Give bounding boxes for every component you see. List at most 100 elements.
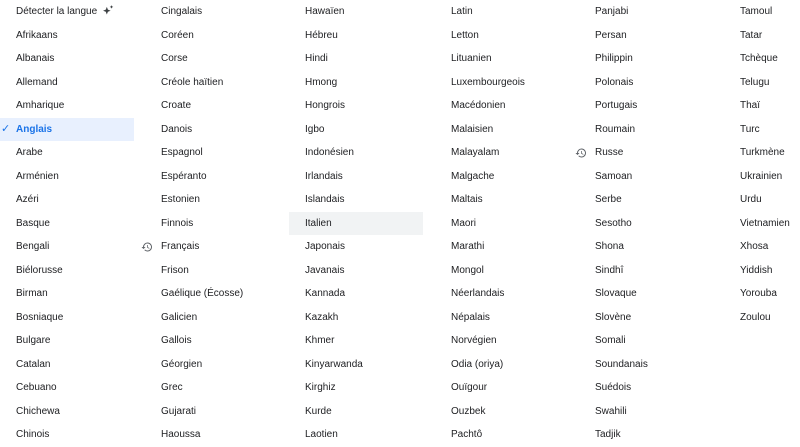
language-item-sindhi[interactable]: Sindhî <box>579 259 713 283</box>
language-item-grec[interactable]: Grec <box>145 376 279 400</box>
language-item-neerlandais[interactable]: Néerlandais <box>435 282 569 306</box>
language-item-shona[interactable]: Shona <box>579 235 713 259</box>
language-item-bosniaque[interactable]: Bosniaque <box>0 306 134 330</box>
language-item-irlandais[interactable]: Irlandais <box>289 165 423 189</box>
language-item-hmong[interactable]: Hmong <box>289 71 423 95</box>
language-item-philippin[interactable]: Philippin <box>579 47 713 71</box>
language-item-kannada[interactable]: Kannada <box>289 282 423 306</box>
language-item-japonais[interactable]: Japonais <box>289 235 423 259</box>
language-item-cingalais[interactable]: Cingalais <box>145 0 279 24</box>
language-item-tatar[interactable]: Tatar <box>724 24 800 48</box>
language-item-russe[interactable]: Russe <box>575 141 713 165</box>
language-item-gallois[interactable]: Gallois <box>145 329 279 353</box>
language-item-esperanto[interactable]: Espéranto <box>145 165 279 189</box>
language-item-nepalais[interactable]: Népalais <box>435 306 569 330</box>
language-item-bielorusse[interactable]: Biélorusse <box>0 259 134 283</box>
language-item-malgache[interactable]: Malgache <box>435 165 569 189</box>
language-item-chinois[interactable]: Chinois <box>0 423 134 447</box>
language-item-arabe[interactable]: Arabe <box>0 141 134 165</box>
language-item-swahili[interactable]: Swahili <box>579 400 713 424</box>
language-item-telugu[interactable]: Telugu <box>724 71 800 95</box>
language-item-sesotho[interactable]: Sesotho <box>579 212 713 236</box>
language-item-basque[interactable]: Basque <box>0 212 134 236</box>
language-item-igbo[interactable]: Igbo <box>289 118 423 142</box>
language-item-letton[interactable]: Letton <box>435 24 569 48</box>
language-item-gujarati[interactable]: Gujarati <box>145 400 279 424</box>
language-item-macedonien[interactable]: Macédonien <box>435 94 569 118</box>
language-item-zoulou[interactable]: Zoulou <box>724 306 800 330</box>
language-item-kinyarwanda[interactable]: Kinyarwanda <box>289 353 423 377</box>
language-item-bengali[interactable]: Bengali <box>0 235 134 259</box>
language-item-hongrois[interactable]: Hongrois <box>289 94 423 118</box>
language-item-afrikaans[interactable]: Afrikaans <box>0 24 134 48</box>
language-item-azeri[interactable]: Azéri <box>0 188 134 212</box>
language-item-allemand[interactable]: Allemand <box>0 71 134 95</box>
language-item-javanais[interactable]: Javanais <box>289 259 423 283</box>
language-item-pachto[interactable]: Pachtô <box>435 423 569 447</box>
language-item-georgien[interactable]: Géorgien <box>145 353 279 377</box>
language-item-tcheque[interactable]: Tchèque <box>724 47 800 71</box>
language-item-roumain[interactable]: Roumain <box>579 118 713 142</box>
language-item-lituanien[interactable]: Lituanien <box>435 47 569 71</box>
language-item-persan[interactable]: Persan <box>579 24 713 48</box>
language-item-tadjik[interactable]: Tadjik <box>579 423 713 447</box>
language-item-turkmene[interactable]: Turkmène <box>724 141 800 165</box>
language-item-albanais[interactable]: Albanais <box>0 47 134 71</box>
language-item-urdu[interactable]: Urdu <box>724 188 800 212</box>
language-item-creole-haitien[interactable]: Créole haïtien <box>145 71 279 95</box>
language-item-croate[interactable]: Croate <box>145 94 279 118</box>
language-item-malayalam[interactable]: Malayalam <box>435 141 569 165</box>
language-item-malaisien[interactable]: Malaisien <box>435 118 569 142</box>
language-item-bulgare[interactable]: Bulgare <box>0 329 134 353</box>
language-item-soundanais[interactable]: Soundanais <box>579 353 713 377</box>
language-item-italien[interactable]: Italien <box>289 211 423 235</box>
language-item-indonesien[interactable]: Indonésien <box>289 141 423 165</box>
language-item-xhosa[interactable]: Xhosa <box>724 235 800 259</box>
language-item-islandais[interactable]: Islandais <box>289 188 423 212</box>
language-item-polonais[interactable]: Polonais <box>579 71 713 95</box>
language-item-kurde[interactable]: Kurde <box>289 400 423 424</box>
language-item-slovene[interactable]: Slovène <box>579 306 713 330</box>
language-item-portugais[interactable]: Portugais <box>579 94 713 118</box>
language-item-hawaien[interactable]: Hawaïen <box>289 0 423 24</box>
language-item-ukrainien[interactable]: Ukrainien <box>724 165 800 189</box>
language-item-amharique[interactable]: Amharique <box>0 94 134 118</box>
language-item-maori[interactable]: Maori <box>435 212 569 236</box>
language-item-haoussa[interactable]: Haoussa <box>145 423 279 447</box>
language-item-suedois[interactable]: Suédois <box>579 376 713 400</box>
language-item-yorouba[interactable]: Yorouba <box>724 282 800 306</box>
language-item-birman[interactable]: Birman <box>0 282 134 306</box>
language-item-hindi[interactable]: Hindi <box>289 47 423 71</box>
language-item-anglais[interactable]: ✓ Anglais <box>0 117 134 141</box>
language-item-espagnol[interactable]: Espagnol <box>145 141 279 165</box>
language-item-chichewa[interactable]: Chichewa <box>0 400 134 424</box>
language-item-vietnamien[interactable]: Vietnamien <box>724 212 800 236</box>
language-item-coreen[interactable]: Coréen <box>145 24 279 48</box>
language-item-thai[interactable]: Thaï <box>724 94 800 118</box>
language-item-maltais[interactable]: Maltais <box>435 188 569 212</box>
language-item-panjabi[interactable]: Panjabi <box>579 0 713 24</box>
language-item-galicien[interactable]: Galicien <box>145 306 279 330</box>
language-item-frison[interactable]: Frison <box>145 259 279 283</box>
language-item-yiddish[interactable]: Yiddish <box>724 259 800 283</box>
language-item-gaelique-ecosse[interactable]: Gaélique (Écosse) <box>145 282 279 306</box>
language-item-tamoul[interactable]: Tamoul <box>724 0 800 24</box>
detect-language-item[interactable]: Détecter la langue <box>0 0 134 24</box>
language-item-ouigour[interactable]: Ouïgour <box>435 376 569 400</box>
language-item-ouzbek[interactable]: Ouzbek <box>435 400 569 424</box>
language-item-luxembourgeois[interactable]: Luxembourgeois <box>435 71 569 95</box>
language-item-corse[interactable]: Corse <box>145 47 279 71</box>
language-item-estonien[interactable]: Estonien <box>145 188 279 212</box>
language-item-catalan[interactable]: Catalan <box>0 353 134 377</box>
language-item-samoan[interactable]: Samoan <box>579 165 713 189</box>
language-item-mongol[interactable]: Mongol <box>435 259 569 283</box>
language-item-turc[interactable]: Turc <box>724 118 800 142</box>
language-item-somali[interactable]: Somali <box>579 329 713 353</box>
language-item-khmer[interactable]: Khmer <box>289 329 423 353</box>
language-item-laotien[interactable]: Laotien <box>289 423 423 447</box>
language-item-kazakh[interactable]: Kazakh <box>289 306 423 330</box>
language-item-serbe[interactable]: Serbe <box>579 188 713 212</box>
language-item-marathi[interactable]: Marathi <box>435 235 569 259</box>
language-item-hebreu[interactable]: Hébreu <box>289 24 423 48</box>
language-item-finnois[interactable]: Finnois <box>145 212 279 236</box>
